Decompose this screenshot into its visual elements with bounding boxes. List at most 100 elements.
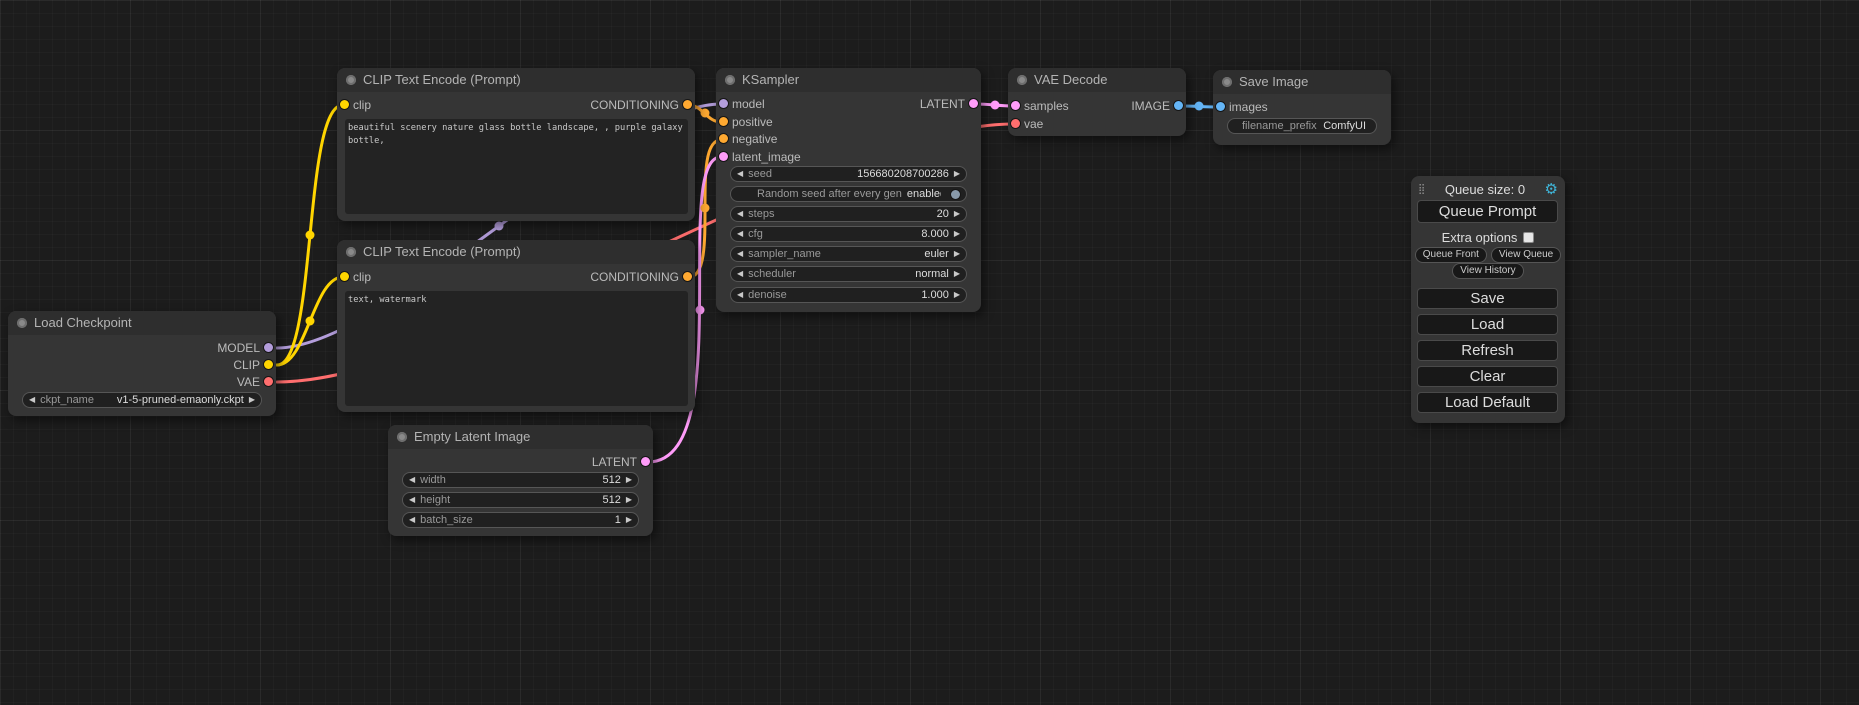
node-collapse-dot[interactable] xyxy=(1222,77,1232,87)
node-clip-text-encode-negative[interactable]: CLIP Text Encode (Prompt) clip CONDITION… xyxy=(337,240,695,412)
increment-arrow-icon[interactable]: ▶ xyxy=(249,396,255,404)
node-collapse-dot[interactable] xyxy=(725,75,735,85)
node-title-bar[interactable]: Save Image xyxy=(1213,70,1391,94)
decrement-arrow-icon[interactable]: ◀ xyxy=(737,291,743,299)
increment-arrow-icon[interactable]: ▶ xyxy=(626,496,632,504)
node-title-bar[interactable]: Empty Latent Image xyxy=(388,425,653,449)
menu-header: ⣿ Queue size: 0 ⚙ xyxy=(1418,180,1558,198)
wire-midpoint-dot xyxy=(306,231,315,240)
clear-button[interactable]: Clear xyxy=(1417,366,1558,387)
wire-midpoint-dot xyxy=(701,204,710,213)
increment-arrow-icon[interactable]: ▶ xyxy=(954,270,960,278)
widget-cfg[interactable]: ◀ cfg 8.000 ▶ xyxy=(730,226,967,242)
wire-midpoint-dot xyxy=(701,109,710,118)
node-collapse-dot[interactable] xyxy=(1017,75,1027,85)
widget-random-seed-toggle[interactable]: Random seed after every gen enabled xyxy=(730,186,967,202)
queue-buttons-row: Queue Front View Queue xyxy=(1411,247,1565,263)
comfy-menu-panel[interactable]: ⣿ Queue size: 0 ⚙ Queue Prompt Extra opt… xyxy=(1411,176,1565,423)
widget-ckpt-name[interactable]: ◀ ckpt_name v1-5-pruned-emaonly.ckpt ▶ xyxy=(22,392,262,408)
wire-midpoint-dot xyxy=(306,317,315,326)
queue-front-button[interactable]: Queue Front xyxy=(1415,247,1487,263)
input-port-positive[interactable] xyxy=(719,117,728,126)
increment-arrow-icon[interactable]: ▶ xyxy=(626,516,632,524)
node-collapse-dot[interactable] xyxy=(346,247,356,257)
settings-gear-icon[interactable]: ⚙ xyxy=(1545,182,1558,197)
node-save-image[interactable]: Save Image images filename_prefix ComfyU… xyxy=(1213,70,1391,145)
input-port-negative[interactable] xyxy=(719,134,728,143)
increment-arrow-icon[interactable]: ▶ xyxy=(954,210,960,218)
output-slot-latent: LATENT xyxy=(920,96,965,112)
increment-arrow-icon[interactable]: ▶ xyxy=(954,250,960,258)
output-port-conditioning[interactable] xyxy=(683,272,692,281)
decrement-arrow-icon[interactable]: ◀ xyxy=(409,476,415,484)
increment-arrow-icon[interactable]: ▶ xyxy=(954,291,960,299)
output-port-conditioning[interactable] xyxy=(683,100,692,109)
input-port-model[interactable] xyxy=(719,99,728,108)
widget-height[interactable]: ◀ height 512 ▶ xyxy=(402,492,639,508)
node-title-bar[interactable]: CLIP Text Encode (Prompt) xyxy=(337,240,695,264)
output-port-image[interactable] xyxy=(1174,101,1183,110)
decrement-arrow-icon[interactable]: ◀ xyxy=(737,250,743,258)
node-title-bar[interactable]: CLIP Text Encode (Prompt) xyxy=(337,68,695,92)
input-port-clip[interactable] xyxy=(340,272,349,281)
increment-arrow-icon[interactable]: ▶ xyxy=(954,230,960,238)
node-title-bar[interactable]: VAE Decode xyxy=(1008,68,1186,92)
input-port-clip[interactable] xyxy=(340,100,349,109)
load-default-button[interactable]: Load Default xyxy=(1417,392,1558,413)
wire-midpoint-dot xyxy=(1195,102,1204,111)
refresh-button[interactable]: Refresh xyxy=(1417,340,1558,361)
widget-sampler-name[interactable]: ◀ sampler_name euler ▶ xyxy=(730,246,967,262)
output-port-clip[interactable] xyxy=(264,360,273,369)
increment-arrow-icon[interactable]: ▶ xyxy=(626,476,632,484)
input-port-latent-image[interactable] xyxy=(719,152,728,161)
node-empty-latent-image[interactable]: Empty Latent Image LATENT ◀ width 512 ▶ … xyxy=(388,425,653,536)
node-collapse-dot[interactable] xyxy=(397,432,407,442)
output-port-latent[interactable] xyxy=(969,99,978,108)
widget-filename-prefix[interactable]: filename_prefix ComfyUI xyxy=(1227,118,1377,134)
increment-arrow-icon[interactable]: ▶ xyxy=(954,170,960,178)
output-port-model[interactable] xyxy=(264,343,273,352)
drag-handle-icon[interactable]: ⣿ xyxy=(1418,184,1425,195)
toggle-knob-icon[interactable] xyxy=(951,190,960,199)
node-ksampler[interactable]: KSampler model positive negative latent_… xyxy=(716,68,981,312)
decrement-arrow-icon[interactable]: ◀ xyxy=(737,170,743,178)
decrement-arrow-icon[interactable]: ◀ xyxy=(737,210,743,218)
decrement-arrow-icon[interactable]: ◀ xyxy=(409,516,415,524)
save-button[interactable]: Save xyxy=(1417,288,1558,309)
extra-options-checkbox[interactable] xyxy=(1523,232,1534,243)
node-title: CLIP Text Encode (Prompt) xyxy=(363,244,521,259)
decrement-arrow-icon[interactable]: ◀ xyxy=(409,496,415,504)
node-collapse-dot[interactable] xyxy=(346,75,356,85)
widget-seed[interactable]: ◀ seed 156680208700286 ▶ xyxy=(730,166,967,182)
output-port-vae[interactable] xyxy=(264,377,273,386)
widget-batch-size[interactable]: ◀ batch_size 1 ▶ xyxy=(402,512,639,528)
input-port-vae[interactable] xyxy=(1011,119,1020,128)
input-port-images[interactable] xyxy=(1216,102,1225,111)
node-collapse-dot[interactable] xyxy=(17,318,27,328)
prompt-textarea[interactable]: text, watermark xyxy=(345,291,688,406)
decrement-arrow-icon[interactable]: ◀ xyxy=(29,396,35,404)
node-load-checkpoint[interactable]: Load Checkpoint MODEL CLIP VAE ◀ ckpt_na… xyxy=(8,311,276,416)
node-graph-canvas[interactable]: Load Checkpoint MODEL CLIP VAE ◀ ckpt_na… xyxy=(0,0,1859,705)
decrement-arrow-icon[interactable]: ◀ xyxy=(737,270,743,278)
widget-scheduler[interactable]: ◀ scheduler normal ▶ xyxy=(730,266,967,282)
widget-width[interactable]: ◀ width 512 ▶ xyxy=(402,472,639,488)
node-vae-decode[interactable]: VAE Decode samples vae IMAGE xyxy=(1008,68,1186,136)
view-history-button[interactable]: View History xyxy=(1452,263,1523,279)
widget-denoise[interactable]: ◀ denoise 1.000 ▶ xyxy=(730,287,967,303)
queue-prompt-button[interactable]: Queue Prompt xyxy=(1417,200,1558,223)
input-port-samples[interactable] xyxy=(1011,101,1020,110)
node-title-bar[interactable]: Load Checkpoint xyxy=(8,311,276,335)
input-slot-latent-image: latent_image xyxy=(732,149,801,165)
output-port-latent[interactable] xyxy=(641,457,650,466)
input-slot-positive: positive xyxy=(732,114,773,130)
input-slot-clip: clip xyxy=(353,97,371,113)
node-title-bar[interactable]: KSampler xyxy=(716,68,981,92)
node-clip-text-encode-positive[interactable]: CLIP Text Encode (Prompt) clip CONDITION… xyxy=(337,68,695,221)
load-button[interactable]: Load xyxy=(1417,314,1558,335)
decrement-arrow-icon[interactable]: ◀ xyxy=(737,230,743,238)
widget-steps[interactable]: ◀ steps 20 ▶ xyxy=(730,206,967,222)
prompt-textarea[interactable]: beautiful scenery nature glass bottle la… xyxy=(345,119,688,214)
view-queue-button[interactable]: View Queue xyxy=(1491,247,1561,263)
output-slot-conditioning: CONDITIONING xyxy=(590,97,679,113)
